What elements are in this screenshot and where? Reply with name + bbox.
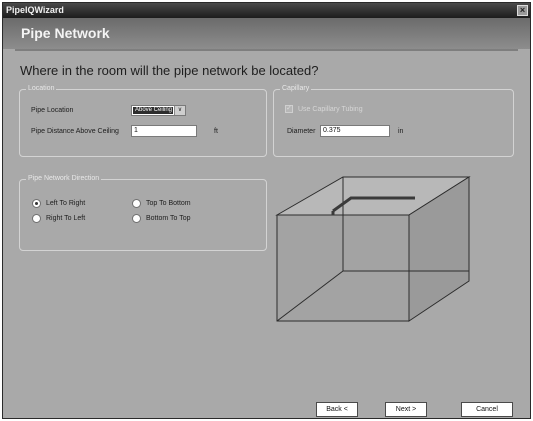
radio-right-to-left[interactable] <box>32 214 41 223</box>
radio-left-to-right[interactable] <box>32 199 41 208</box>
pipe-location-label: Pipe Location <box>31 107 74 114</box>
back-button[interactable]: Back < <box>316 402 358 417</box>
capillary-legend: Capillary <box>280 84 312 94</box>
wizard-window: PipeIQWizard × Pipe Network Where in the… <box>2 2 531 419</box>
pipe-location-value: Above Ceiling <box>133 107 173 114</box>
question-text: Where in the room will the pipe network … <box>20 63 319 78</box>
header-divider <box>15 49 518 51</box>
cancel-button[interactable]: Cancel <box>461 402 513 417</box>
distance-unit: ft <box>214 128 218 135</box>
next-button[interactable]: Next > <box>385 402 427 417</box>
chevron-down-icon[interactable]: ∨ <box>174 106 185 115</box>
radio-bottom-to-top[interactable] <box>132 214 141 223</box>
page-title: Pipe Network <box>21 25 110 41</box>
direction-legend: Pipe Network Direction <box>26 174 102 184</box>
top-to-bottom-label: Top To Bottom <box>146 200 191 207</box>
use-capillary-checkbox[interactable]: ✓ <box>285 105 293 113</box>
room-pipe-diagram <box>275 176 471 322</box>
use-capillary-label: Use Capillary Tubing <box>298 106 363 113</box>
window-title: PipeIQWizard <box>6 5 64 15</box>
header-band: Pipe Network <box>3 18 530 49</box>
diameter-label: Diameter <box>287 128 316 135</box>
close-icon[interactable]: × <box>517 5 528 16</box>
right-to-left-label: Right To Left <box>46 215 86 222</box>
pipe-location-dropdown[interactable]: Above Ceiling ∨ <box>131 105 186 116</box>
diameter-input[interactable]: 0.375 <box>320 125 390 137</box>
location-legend: Location <box>26 84 57 94</box>
left-to-right-label: Left To Right <box>46 200 86 207</box>
title-bar[interactable]: PipeIQWizard × <box>3 3 530 18</box>
radio-top-to-bottom[interactable] <box>132 199 141 208</box>
location-group: Location Pipe Location Above Ceiling ∨ P… <box>19 84 267 157</box>
distance-label: Pipe Distance Above Ceiling <box>31 128 119 135</box>
capillary-group: Capillary ✓ Use Capillary Tubing Diamete… <box>273 84 514 157</box>
diameter-unit: in <box>398 128 404 135</box>
distance-input[interactable]: 1 <box>131 125 197 137</box>
bottom-to-top-label: Bottom To Top <box>146 215 191 222</box>
direction-group: Pipe Network Direction Left To Right Rig… <box>19 174 267 251</box>
